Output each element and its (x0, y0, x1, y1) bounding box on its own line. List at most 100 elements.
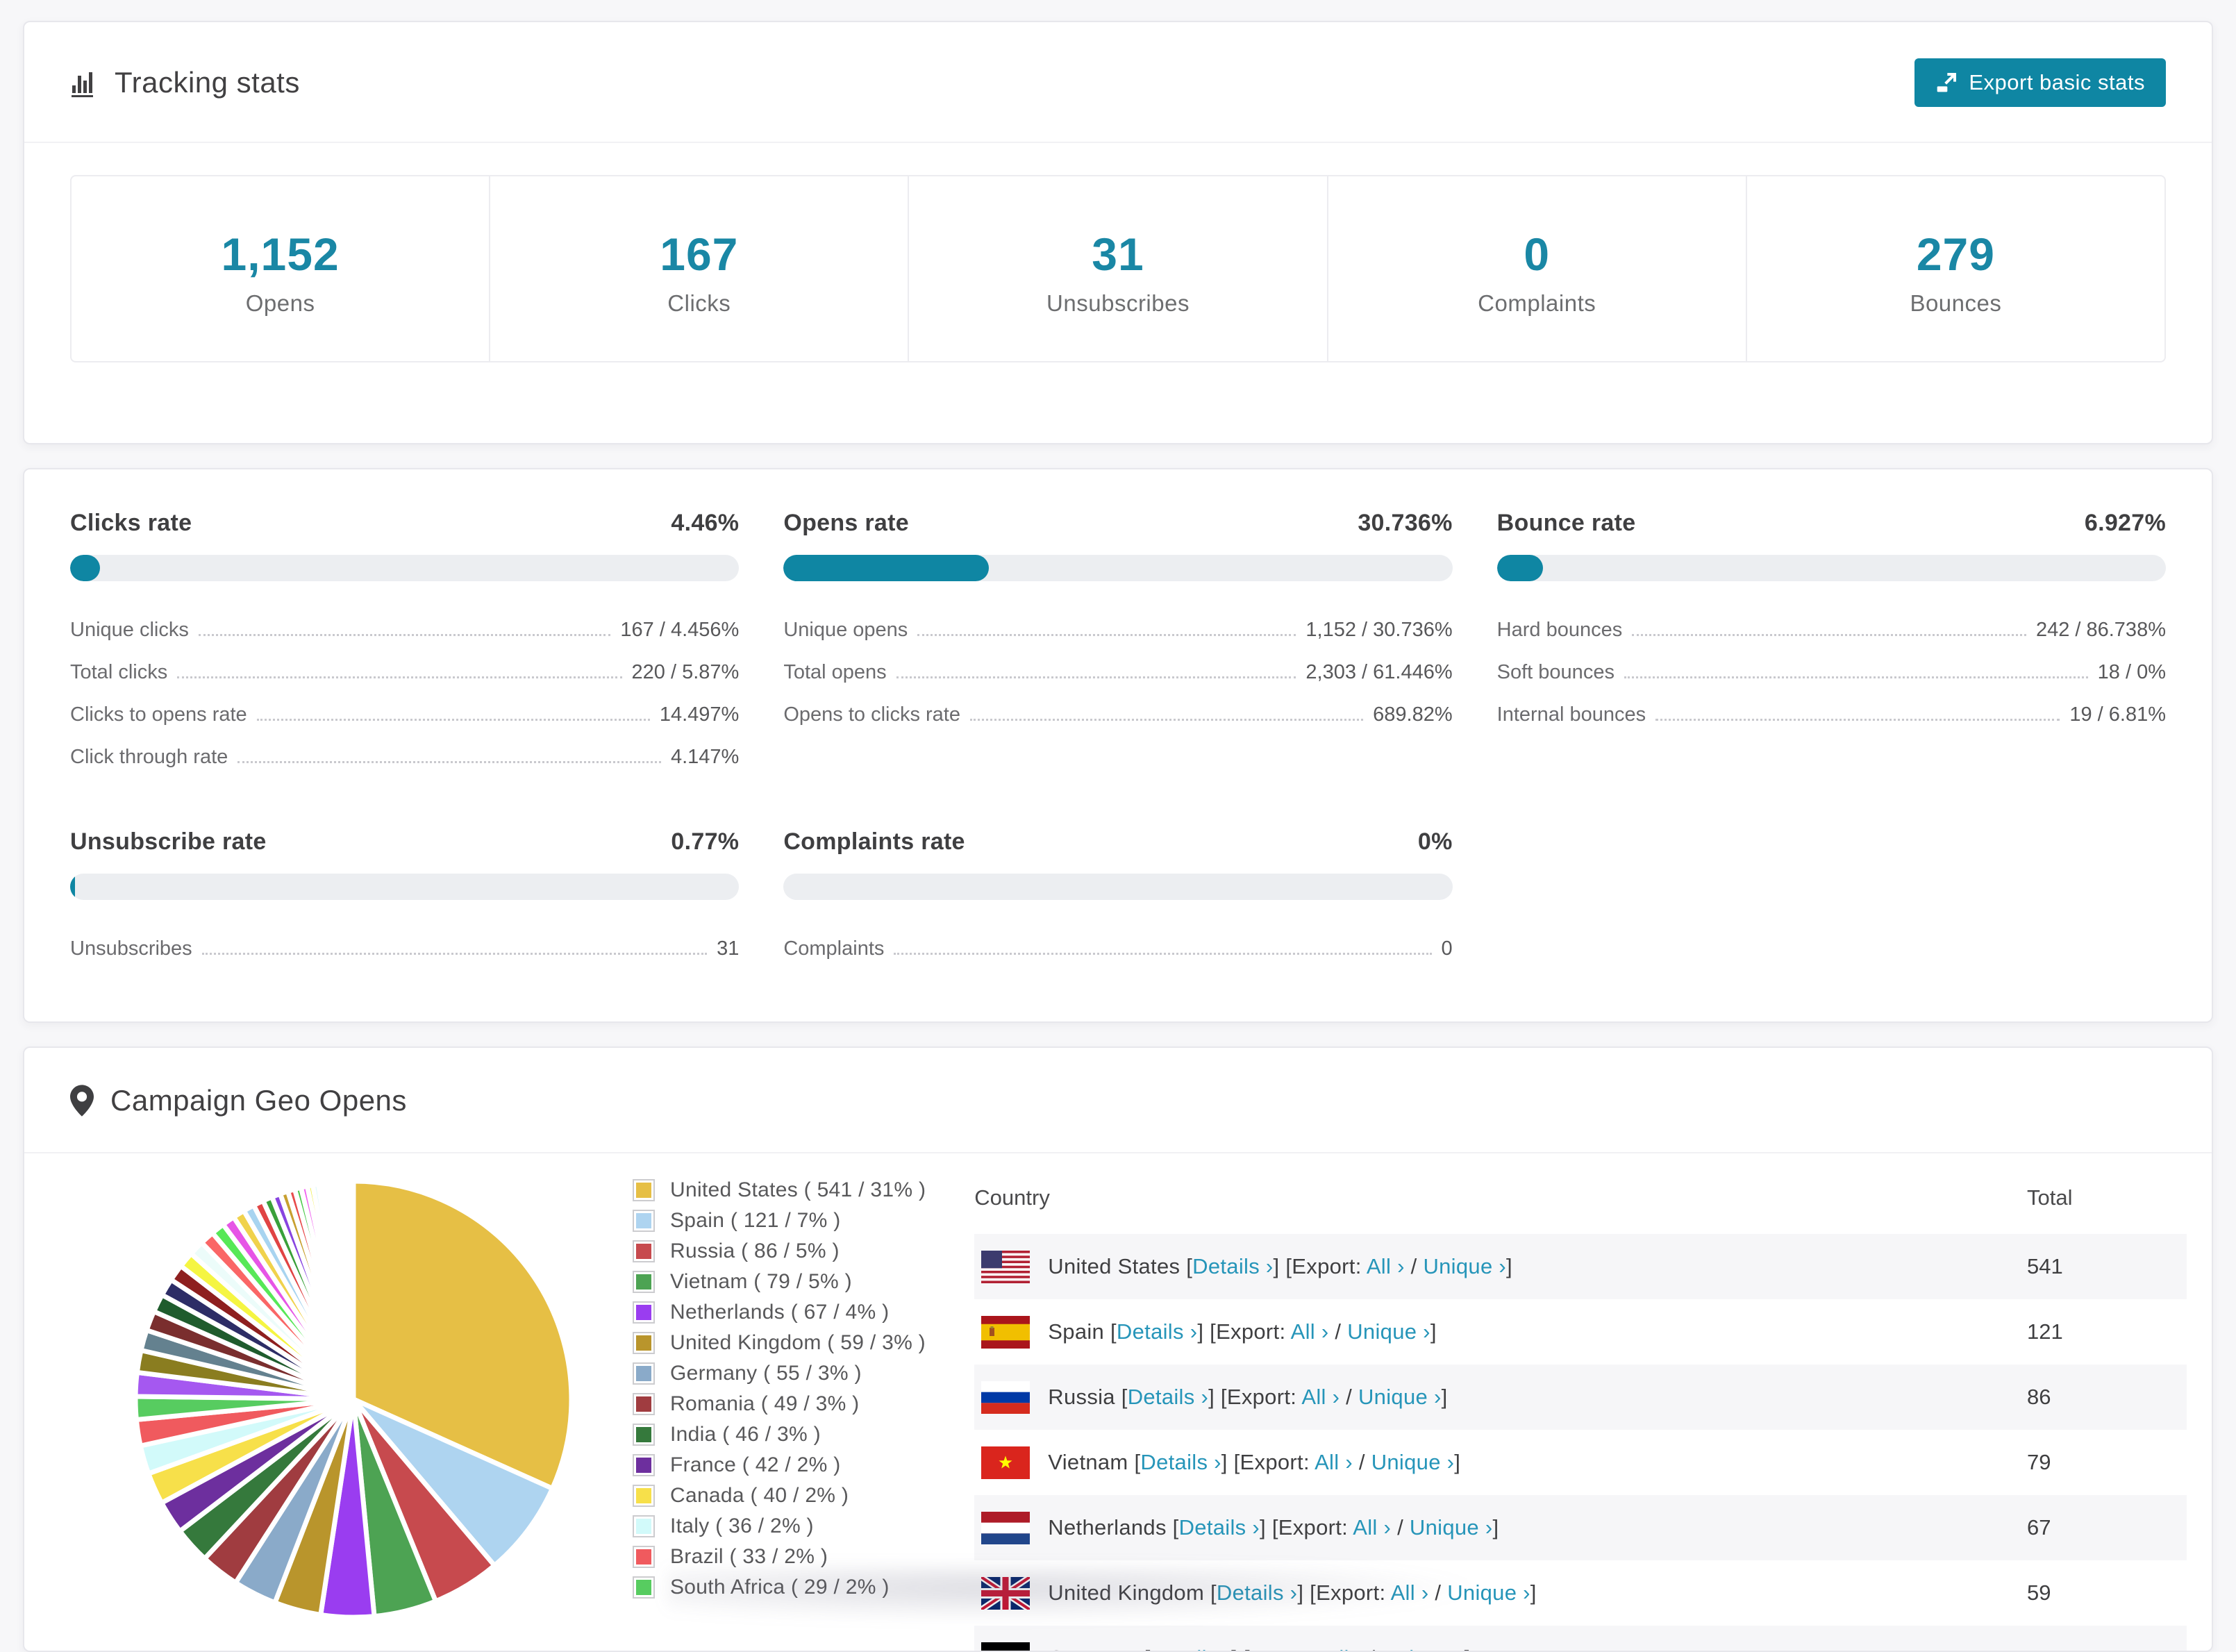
dotted-leader (917, 634, 1296, 636)
export-unique-link[interactable]: Unique › (1447, 1580, 1530, 1605)
detail-row: Opens to clicks rate689.82% (783, 694, 1452, 736)
export-all-link[interactable]: All › (1367, 1254, 1405, 1278)
bar-chart-icon (70, 67, 98, 98)
rate-value: 6.927% (2085, 510, 2166, 537)
detail-value: 2,303 / 61.446% (1305, 661, 1452, 684)
detail-row: Unsubscribes31 (70, 928, 739, 970)
table-row-us: United States [Details ›] [Export: All ›… (974, 1234, 2187, 1299)
legend-item: Brazil ( 33 / 2% ) (633, 1545, 926, 1569)
rate-value: 0% (1418, 828, 1453, 856)
details-link[interactable]: Details › (1117, 1319, 1197, 1344)
export-unique-link[interactable]: Unique › (1423, 1254, 1506, 1278)
country-name: Germany (1048, 1646, 1138, 1652)
rate-header: Bounce rate 6.927% (1497, 510, 2166, 537)
detail-label: Internal bounces (1497, 703, 1646, 726)
legend-label: United States ( 541 / 31% ) (670, 1178, 926, 1202)
details-link[interactable]: Details › (1179, 1515, 1260, 1540)
export-unique-link[interactable]: Unique › (1410, 1515, 1493, 1540)
stat-box-clicks: 167Clicks (490, 176, 909, 361)
detail-value: 4.147% (671, 746, 739, 769)
geo-table-body: United States [Details ›] [Export: All ›… (974, 1234, 2187, 1652)
table-row-ru: Russia [Details ›] [Export: All › / Uniq… (974, 1365, 2187, 1430)
legend-swatch (633, 1362, 655, 1385)
total-value: 55 (2027, 1626, 2187, 1652)
ru-flag-icon (974, 1365, 1048, 1430)
details-link[interactable]: Details › (1128, 1385, 1208, 1409)
total-value: 67 (2027, 1495, 2187, 1560)
legend-swatch-color (636, 1427, 651, 1442)
export-unique-link[interactable]: Unique › (1371, 1450, 1455, 1474)
legend-swatch-color (636, 1244, 651, 1259)
progress-bar-opens-rate (783, 555, 1452, 581)
legend-item: Russia ( 86 / 5% ) (633, 1240, 926, 1263)
legend-label: Canada ( 40 / 2% ) (670, 1484, 849, 1508)
dotted-leader (199, 634, 611, 636)
details-link[interactable]: Details › (1140, 1450, 1221, 1474)
export-all-link[interactable]: All › (1315, 1450, 1353, 1474)
legend-item: United Kingdom ( 59 / 3% ) (633, 1331, 926, 1355)
stat-label: Complaints (1328, 290, 1746, 317)
export-unique-link[interactable]: Unique › (1381, 1646, 1465, 1652)
country-name: United Kingdom (1048, 1580, 1204, 1605)
export-all-link[interactable]: All › (1391, 1580, 1429, 1605)
progress-bar-unsubscribe-rate (70, 874, 739, 900)
rate-panel-unsubscribe-rate: Unsubscribe rate0.77%Unsubscribes31 (70, 828, 739, 970)
export-unique-link[interactable]: Unique › (1347, 1319, 1430, 1344)
stat-value: 1,152 (72, 228, 489, 281)
geo-header: Campaign Geo Opens (24, 1048, 2212, 1153)
rate-title: Clicks rate (70, 510, 192, 537)
progress-fill (783, 555, 989, 581)
rate-value: 4.46% (671, 510, 739, 537)
details-link[interactable]: Details › (1151, 1646, 1231, 1652)
legend-item: Germany ( 55 / 3% ) (633, 1362, 926, 1385)
detail-value: 0 (1442, 937, 1453, 960)
country-name: Vietnam (1048, 1450, 1128, 1474)
table-row-nl: Netherlands [Details ›] [Export: All › /… (974, 1495, 2187, 1560)
rate-value: 0.77% (671, 828, 739, 856)
table-row-de: Germany [Details ›] [Export: All › / Uni… (974, 1626, 2187, 1652)
legend-label: Russia ( 86 / 5% ) (670, 1240, 840, 1263)
export-all-link[interactable]: All › (1301, 1385, 1340, 1409)
detail-label: Total clicks (70, 661, 167, 684)
dotted-leader (970, 719, 1363, 721)
country-name: Russia (1048, 1385, 1115, 1409)
rate-panel-complaints-rate: Complaints rate0%Complaints0 (783, 828, 1452, 970)
table-row-es: Spain [Details ›] [Export: All › / Uniqu… (974, 1299, 2187, 1365)
stat-label: Clicks (490, 290, 908, 317)
vn-flag-icon (974, 1430, 1048, 1495)
rate-title: Bounce rate (1497, 510, 1636, 537)
progress-bar-bounce-rate (1497, 555, 2166, 581)
es-flag-icon (974, 1299, 1048, 1365)
legend-swatch-color (636, 1396, 651, 1412)
legend-swatch (633, 1454, 655, 1476)
dotted-leader (177, 676, 621, 678)
rates-card: Clicks rate4.46%Unique clicks167 / 4.456… (23, 468, 2213, 1023)
legend-label: Spain ( 121 / 7% ) (670, 1209, 841, 1233)
geo-content: United States ( 541 / 31% ) Spain ( 121 /… (24, 1153, 2212, 1652)
export-label: Export: (1316, 1580, 1391, 1605)
detail-value: 19 / 6.81% (2069, 703, 2166, 726)
geo-title-label: Campaign Geo Opens (110, 1084, 407, 1117)
rate-header: Opens rate30.736% (783, 510, 1452, 537)
geo-table-wrap: Country Total United States [Details ›] … (974, 1165, 2187, 1652)
export-all-link[interactable]: All › (1291, 1319, 1329, 1344)
progress-fill (70, 874, 75, 900)
geo-pie-chart (128, 1174, 578, 1628)
legend-swatch-color (636, 1213, 651, 1228)
tracking-stats-header: Tracking stats Export basic stats (24, 22, 2212, 143)
export-all-link[interactable]: All › (1353, 1515, 1391, 1540)
dotted-leader (1655, 719, 2060, 721)
export-all-link[interactable]: All › (1324, 1646, 1362, 1652)
details-link[interactable]: Details › (1192, 1254, 1273, 1278)
export-unique-link[interactable]: Unique › (1358, 1385, 1442, 1409)
campaign-geo-opens-card: Campaign Geo Opens United States ( 541 /… (23, 1046, 2213, 1652)
tracking-stats-title: Tracking stats (70, 66, 300, 99)
legend-label: France ( 42 / 2% ) (670, 1453, 841, 1477)
legend-label: South Africa ( 29 / 2% ) (670, 1576, 890, 1599)
detail-row: Unique opens1,152 / 30.736% (783, 609, 1452, 651)
progress-fill (1497, 555, 1544, 581)
details-link[interactable]: Details › (1217, 1580, 1297, 1605)
legend-label: Italy ( 36 / 2% ) (670, 1515, 814, 1538)
table-row-vn: Vietnam [Details ›] [Export: All › / Uni… (974, 1430, 2187, 1495)
export-basic-stats-button[interactable]: Export basic stats (1914, 58, 2166, 107)
